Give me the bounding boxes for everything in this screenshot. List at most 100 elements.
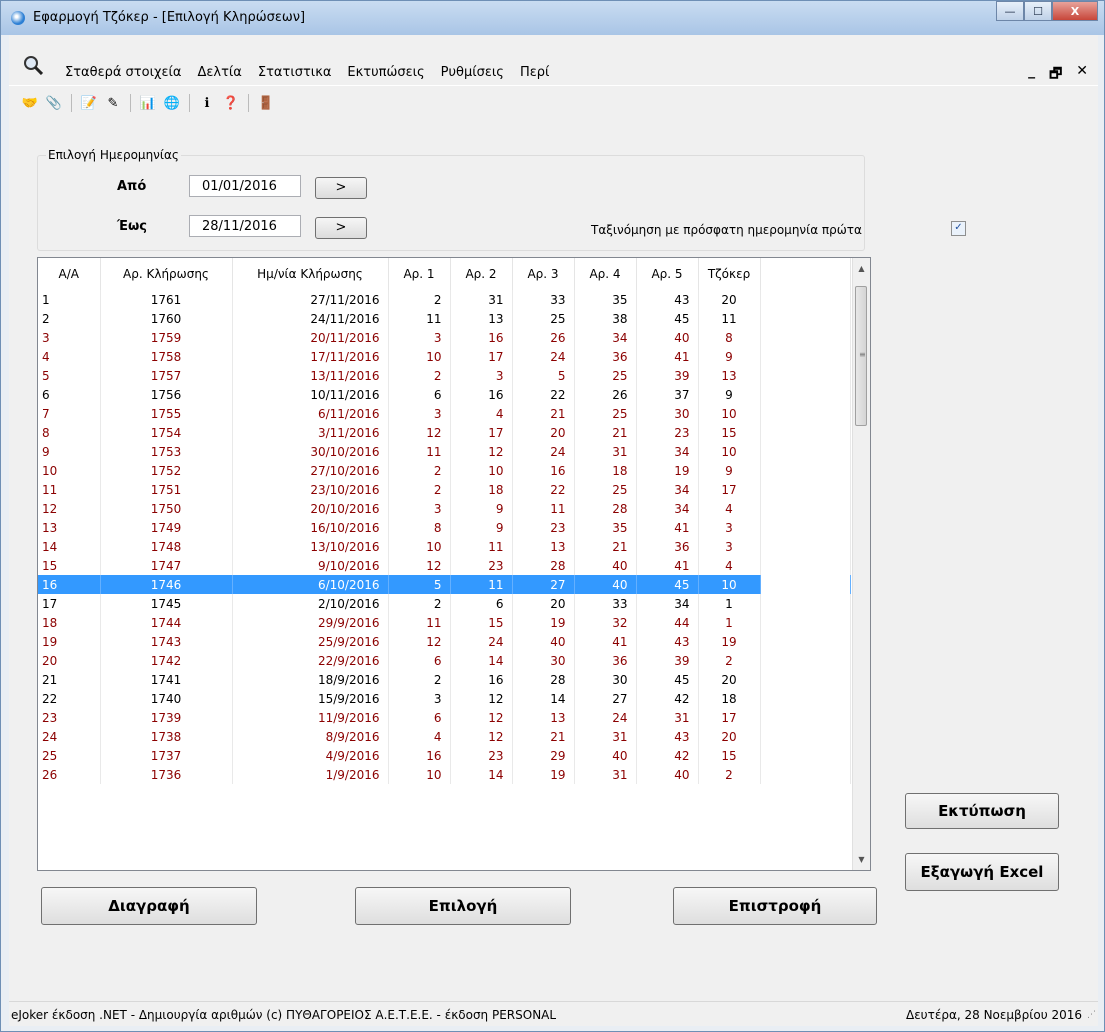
table-cell: 36	[574, 347, 637, 366]
table-cell: 13	[512, 537, 575, 556]
table-cell: 41	[636, 518, 699, 537]
table-cell: 2	[388, 366, 451, 385]
table-cell: 6	[38, 385, 101, 404]
row-filler	[760, 366, 851, 385]
table-cell: 8	[38, 423, 101, 442]
from-date-input[interactable]: 01/01/2016	[189, 175, 301, 197]
table-row[interactable]: 23 1739 11/9/2016 6 12 13 24 31 17	[38, 708, 851, 727]
info-icon[interactable]: ℹ	[198, 94, 216, 112]
table-cell: 22	[38, 689, 101, 708]
table-row[interactable]: 21 1741 18/9/2016 2 16 28 30 45 20	[38, 670, 851, 689]
table-cell: 25/9/2016	[232, 632, 389, 651]
table-cell: 17	[450, 423, 513, 442]
table-row[interactable]: 4 1758 17/11/2016 10 17 24 36 41 9	[38, 347, 851, 366]
menu-item[interactable]: Ρυθμίσεις	[433, 65, 512, 80]
table-row[interactable]: 17 1745 2/10/2016 2 6 20 33 34 1	[38, 594, 851, 613]
table-cell: 17	[38, 594, 101, 613]
table-cell: 28	[512, 556, 575, 575]
scroll-down-arrow-icon[interactable]: ▼	[853, 851, 870, 868]
scroll-up-arrow-icon[interactable]: ▲	[853, 260, 870, 277]
help-icon[interactable]: ❓	[222, 94, 240, 112]
minimize-button[interactable]: —	[996, 1, 1024, 21]
draws-grid[interactable]: A/A Αρ. Κλήρωσης Ημ/νία Κλήρωσης Αρ. 1 Αρ. 2…	[37, 257, 871, 871]
mdi-restore-button[interactable]: 🗗	[1049, 63, 1062, 87]
table-cell: 1737	[100, 746, 233, 765]
menu-item[interactable]: Στατιστικα	[250, 65, 340, 80]
column-header[interactable]: Αρ. 3	[512, 258, 575, 290]
table-row[interactable]: 2 1760 24/11/2016 11 13 25 38 45 11	[38, 309, 851, 328]
column-header[interactable]: Αρ. 5	[636, 258, 699, 290]
table-cell: 23/10/2016	[232, 480, 389, 499]
table-row[interactable]: 25 1737 4/9/2016 16 23 29 40 42 15	[38, 746, 851, 765]
column-header[interactable]: Τζόκερ	[698, 258, 761, 290]
table-row[interactable]: 24 1738 8/9/2016 4 12 21 31 43 20	[38, 727, 851, 746]
title-bar[interactable]: Εφαρμογή Τζόκερ - [Επιλογή Κληρώσεων] — …	[1, 1, 1104, 35]
table-row[interactable]: 10 1752 27/10/2016 2 10 16 18 19 9	[38, 461, 851, 480]
menu-item[interactable]: Περί	[512, 65, 557, 80]
table-row[interactable]: 11 1751 23/10/2016 2 18 22 25 34 17	[38, 480, 851, 499]
table-row[interactable]: 16 1746 6/10/2016 5 11 27 40 45 10	[38, 575, 851, 594]
table-row[interactable]: 1 1761 27/11/2016 2 31 33 35 43 20	[38, 290, 851, 309]
table-row[interactable]: 20 1742 22/9/2016 6 14 30 36 39 2	[38, 651, 851, 670]
tools-icon[interactable]: ✎	[104, 94, 122, 112]
column-header[interactable]: Αρ. Κλήρωσης	[100, 258, 233, 290]
table-cell: 4	[388, 727, 451, 746]
scroll-thumb[interactable]: ≡	[855, 286, 867, 426]
table-row[interactable]: 7 1755 6/11/2016 3 4 21 25 30 10	[38, 404, 851, 423]
table-cell: 12	[388, 632, 451, 651]
to-date-input[interactable]: 28/11/2016	[189, 215, 301, 237]
sort-recent-checkbox[interactable]: ✓	[951, 221, 966, 236]
table-row[interactable]: 19 1743 25/9/2016 12 24 40 41 43 19	[38, 632, 851, 651]
handshake-icon[interactable]: 🤝	[21, 94, 39, 112]
table-cell: 2	[388, 290, 451, 309]
table-row[interactable]: 18 1744 29/9/2016 11 15 19 32 44 1	[38, 613, 851, 632]
select-button[interactable]: Επιλογή	[355, 887, 571, 925]
table-row[interactable]: 3 1759 20/11/2016 3 16 26 34 40 8	[38, 328, 851, 347]
column-header[interactable]: Αρ. 1	[388, 258, 451, 290]
row-filler	[760, 613, 851, 632]
table-row[interactable]: 22 1740 15/9/2016 3 12 14 27 42 18	[38, 689, 851, 708]
column-header[interactable]: Αρ. 4	[574, 258, 637, 290]
table-row[interactable]: 14 1748 13/10/2016 10 11 13 21 36 3	[38, 537, 851, 556]
exit-icon[interactable]: 🚪	[257, 94, 275, 112]
table-row[interactable]: 26 1736 1/9/2016 10 14 19 31 40 2	[38, 765, 851, 784]
from-go-button[interactable]: >	[315, 177, 367, 199]
maximize-button[interactable]: ☐	[1024, 1, 1052, 21]
return-button[interactable]: Επιστροφή	[673, 887, 877, 925]
menu-item[interactable]: Δελτία	[189, 65, 249, 80]
export-excel-button[interactable]: Εξαγωγή Excel	[905, 853, 1059, 891]
resize-grip-icon[interactable]: ⋰	[1087, 1010, 1096, 1020]
menu-item[interactable]: Σταθερά στοιχεία	[57, 65, 189, 80]
to-go-button[interactable]: >	[315, 217, 367, 239]
table-cell: 45	[636, 309, 699, 328]
grid-vertical-scrollbar[interactable]: ▲ ≡ ▼	[852, 258, 870, 870]
table-cell: 18	[698, 689, 761, 708]
table-cell: 1746	[100, 575, 233, 594]
table-row[interactable]: 5 1757 13/11/2016 2 3 5 25 39 13	[38, 366, 851, 385]
close-button[interactable]: X	[1052, 1, 1098, 21]
globe-icon[interactable]: 🌐	[163, 94, 181, 112]
table-cell: 1754	[100, 423, 233, 442]
table-row[interactable]: 15 1747 9/10/2016 12 23 28 40 41 4	[38, 556, 851, 575]
mdi-minimize-button[interactable]: _	[1028, 63, 1035, 87]
row-filler	[760, 347, 851, 366]
table-row[interactable]: 13 1749 16/10/2016 8 9 23 35 41 3	[38, 518, 851, 537]
report-icon[interactable]: 📝	[80, 94, 98, 112]
table-row[interactable]: 8 1754 3/11/2016 12 17 20 21 23 15	[38, 423, 851, 442]
delete-button[interactable]: Διαγραφή	[41, 887, 257, 925]
table-cell: 43	[636, 727, 699, 746]
mdi-close-button[interactable]: ✕	[1076, 63, 1088, 87]
column-header[interactable]: Ημ/νία Κλήρωσης	[232, 258, 389, 290]
pin-icon[interactable]: 📎	[45, 94, 63, 112]
row-filler	[760, 328, 851, 347]
table-row[interactable]: 6 1756 10/11/2016 6 16 22 26 37 9	[38, 385, 851, 404]
toolbar-separator	[71, 94, 72, 112]
column-header[interactable]: A/A	[38, 258, 101, 290]
chart-icon[interactable]: 📊	[139, 94, 157, 112]
table-cell: 5	[38, 366, 101, 385]
print-button[interactable]: Εκτύπωση	[905, 793, 1059, 829]
table-row[interactable]: 9 1753 30/10/2016 11 12 24 31 34 10	[38, 442, 851, 461]
column-header[interactable]: Αρ. 2	[450, 258, 513, 290]
table-row[interactable]: 12 1750 20/10/2016 3 9 11 28 34 4	[38, 499, 851, 518]
menu-item[interactable]: Εκτυπώσεις	[339, 65, 432, 80]
